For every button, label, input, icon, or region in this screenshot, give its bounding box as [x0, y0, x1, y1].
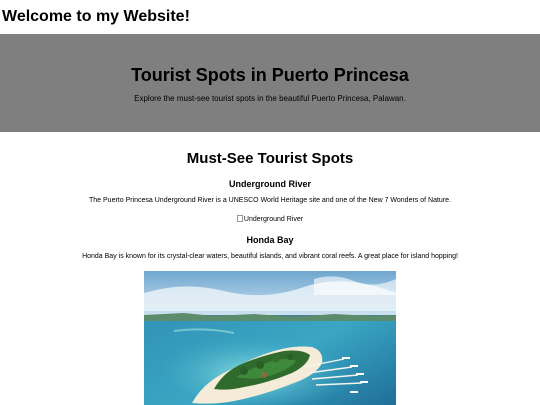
- site-heading: Welcome to my Website!: [2, 8, 190, 25]
- hero-banner: Tourist Spots in Puerto Princesa Explore…: [0, 34, 540, 132]
- image-alt-text: Underground River: [243, 216, 304, 223]
- spot-description-underground-river: The Puerto Princesa Underground River is…: [89, 197, 451, 204]
- spot-title-underground-river: Underground River: [228, 179, 311, 189]
- hero-subtitle: Explore the must-see tourist spots in th…: [134, 94, 406, 103]
- spot-title-honda-bay: Honda Bay: [246, 235, 294, 245]
- broken-image-icon: [236, 215, 243, 222]
- section-title: Must-See Tourist Spots: [186, 150, 354, 167]
- honda-bay-photo: [144, 271, 396, 405]
- hero-title: Tourist Spots in Puerto Princesa: [131, 65, 409, 85]
- spot-description-honda-bay: Honda Bay is known for its crystal-clear…: [82, 253, 458, 260]
- underground-river-image-broken: Underground River: [0, 215, 540, 224]
